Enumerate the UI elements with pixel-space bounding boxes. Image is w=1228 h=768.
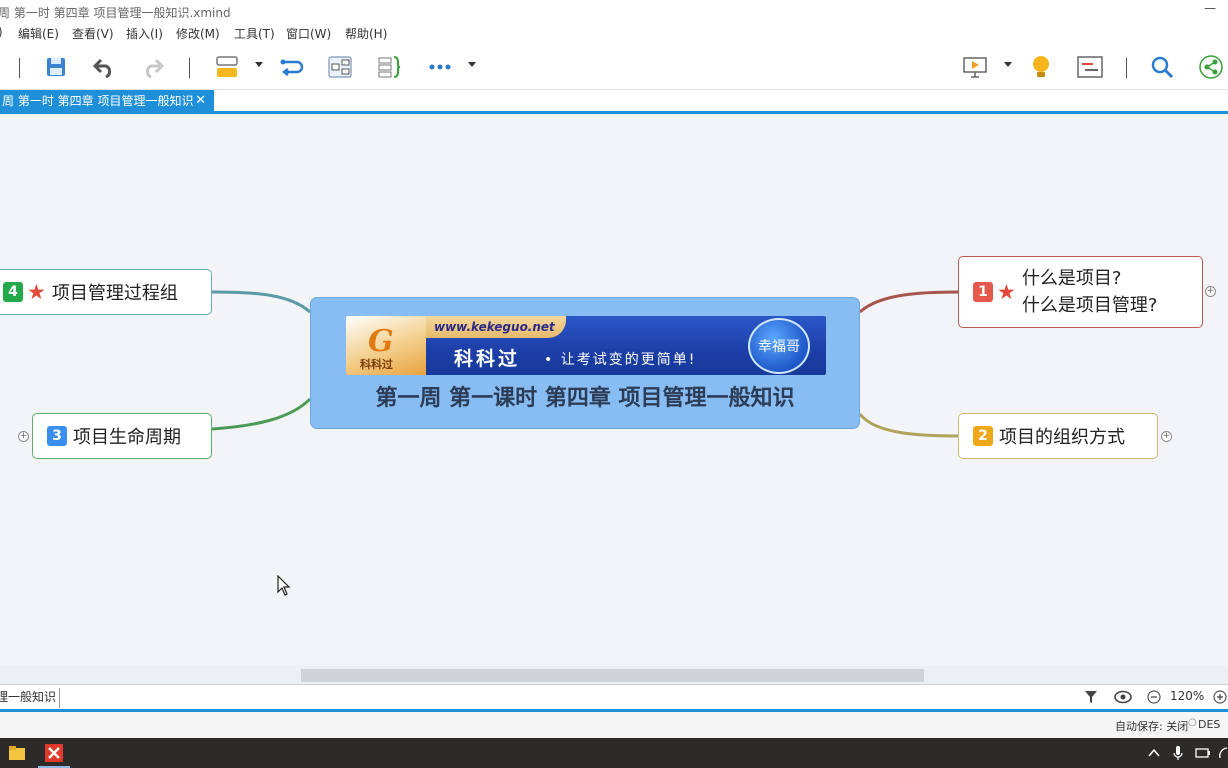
branch-line-4 — [211, 290, 312, 314]
minimize-icon[interactable]: — — [1204, 1, 1216, 15]
topic-4-label: 项目管理过程组 — [51, 283, 178, 304]
summary-icon[interactable] — [325, 52, 355, 82]
file-explorer-icon[interactable] — [8, 745, 26, 761]
tab-bar: 周 第一时 第四章 项目管理一般知识 ✕ — [0, 90, 1228, 111]
priority-1-icon: 1 — [973, 282, 993, 302]
title-bar: 一周 第一时 第四章 项目管理一般知识.xmind — — [0, 0, 1228, 22]
battery-icon[interactable] — [1195, 747, 1211, 759]
priority-2-icon: 2 — [973, 426, 993, 446]
status-bar: 理一般知识 120% — [0, 684, 1228, 709]
topic-3-label: 项目生命周期 — [73, 427, 181, 448]
topic-1[interactable]: 1 ★ 什么是项目? 什么是项目管理? — [958, 256, 1203, 328]
zoom-level: 120% — [1170, 689, 1205, 703]
branch-line-1 — [858, 290, 959, 314]
undo-icon[interactable] — [89, 52, 119, 82]
redo-icon[interactable] — [138, 52, 168, 82]
menu-item-tools[interactable]: 工具(T) — [234, 25, 275, 42]
banner-url: www.kekeguo.net — [434, 320, 555, 334]
filter-icon[interactable] — [1084, 690, 1098, 704]
menu-item-file[interactable]: ) — [0, 25, 3, 39]
star-icon: ★ — [27, 280, 46, 304]
priority-4-icon: 4 — [3, 282, 23, 302]
zoom-out-icon[interactable] — [1147, 690, 1161, 704]
topic-1-line-1: 什么是项目? — [1021, 268, 1122, 289]
save-icon[interactable] — [41, 52, 71, 82]
window-title: 一周 第一时 第四章 项目管理一般知识.xmind — [0, 6, 231, 20]
branch-line-3 — [211, 397, 312, 431]
menu-item-modify[interactable]: 修改(M) — [176, 25, 220, 42]
os-taskbar — [0, 738, 1228, 768]
eye-icon[interactable] — [1114, 690, 1132, 704]
central-topic[interactable]: G 科科过 www.kekeguo.net 科科过 • 让考试变的更简单! 幸福… — [310, 297, 860, 429]
topic-2-label: 项目的组织方式 — [999, 427, 1125, 448]
toolbar-separator — [189, 58, 190, 78]
menu-item-view[interactable]: 查看(V) — [72, 25, 114, 42]
tab-label: 周 第一时 第四章 项目管理一般知识 — [2, 94, 194, 108]
topic-icon[interactable] — [212, 52, 242, 82]
search-icon[interactable] — [1147, 52, 1177, 82]
topic-1-line-2: 什么是项目管理? — [1021, 295, 1158, 316]
dot-icon: ○ — [1188, 717, 1197, 728]
microphone-icon[interactable] — [1173, 745, 1183, 761]
topic-3[interactable]: 3 项目生命周期 — [32, 413, 212, 459]
breadcrumb[interactable]: 理一般知识 — [0, 688, 61, 708]
menu-item-edit[interactable]: 编辑(E) — [18, 25, 59, 42]
expand-topic-3-icon[interactable]: + — [18, 431, 29, 442]
logo-text: 科科过 — [360, 358, 393, 371]
more-icon[interactable] — [425, 52, 455, 82]
banner-image: G 科科过 www.kekeguo.net 科科过 • 让考试变的更简单! 幸福… — [346, 316, 826, 375]
mouse-cursor-icon — [277, 575, 291, 596]
priority-3-icon: 3 — [47, 426, 67, 446]
menu-item-insert[interactable]: 插入(I) — [126, 25, 163, 42]
topic-4[interactable]: 4 ★ 项目管理过程组 — [0, 269, 212, 315]
horizontal-scrollbar[interactable] — [0, 666, 1228, 684]
boundary-icon[interactable] — [374, 52, 404, 82]
menu-item-help[interactable]: 帮助(H) — [345, 25, 387, 42]
autosave-bar: 自动保存: 关闭 ○ DES — [0, 712, 1228, 738]
tab-document[interactable]: 周 第一时 第四章 项目管理一般知识 ✕ — [0, 90, 214, 111]
toolbar-separator — [19, 58, 20, 78]
menu-item-window[interactable]: 窗口(W) — [286, 25, 331, 42]
more-dropdown-caret[interactable] — [468, 62, 476, 67]
mindmap-canvas[interactable]: G 科科过 www.kekeguo.net 科科过 • 让考试变的更简单! 幸福… — [0, 114, 1228, 666]
topic-2[interactable]: 2 项目的组织方式 — [958, 413, 1158, 459]
idea-bulb-icon[interactable] — [1026, 52, 1056, 82]
site-logo: G 科科过 — [346, 316, 426, 375]
xmind-icon — [45, 744, 63, 762]
gantt-icon[interactable] — [1075, 52, 1105, 82]
close-tab-icon[interactable]: ✕ — [195, 93, 206, 108]
topic-dropdown-caret[interactable] — [255, 62, 263, 67]
share-icon[interactable] — [1196, 52, 1226, 82]
scrollbar-thumb[interactable] — [301, 669, 924, 682]
banner-name: 科科过 — [454, 348, 521, 370]
branch-line-2 — [858, 413, 959, 438]
presentation-dropdown-caret[interactable] — [1004, 62, 1012, 67]
toolbar — [0, 44, 1228, 90]
expand-topic-1-icon[interactable]: + — [1205, 286, 1216, 297]
banner-slogan: • 让考试变的更简单! — [544, 352, 697, 368]
tray-chevron-up-icon[interactable] — [1148, 748, 1160, 758]
star-icon: ★ — [997, 280, 1016, 304]
toolbar-separator — [1126, 58, 1127, 78]
autosave-status[interactable]: 自动保存: 关闭 — [1115, 718, 1188, 734]
presentation-icon[interactable] — [960, 52, 990, 82]
network-icon[interactable] — [1218, 746, 1228, 760]
central-topic-title: 第一周 第一课时 第四章 项目管理一般知识 — [375, 386, 795, 411]
xmind-taskbar-button[interactable] — [38, 738, 70, 768]
banner-badge: 幸福哥 — [748, 318, 810, 374]
relationship-icon[interactable] — [277, 52, 307, 82]
zoom-in-icon[interactable] — [1213, 690, 1227, 704]
menu-bar: ) 编辑(E) 查看(V) 插入(I) 修改(M) 工具(T) 窗口(W) 帮助… — [0, 22, 1228, 44]
expand-topic-2-icon[interactable]: + — [1161, 431, 1172, 442]
extra-status: DES — [1198, 718, 1221, 731]
